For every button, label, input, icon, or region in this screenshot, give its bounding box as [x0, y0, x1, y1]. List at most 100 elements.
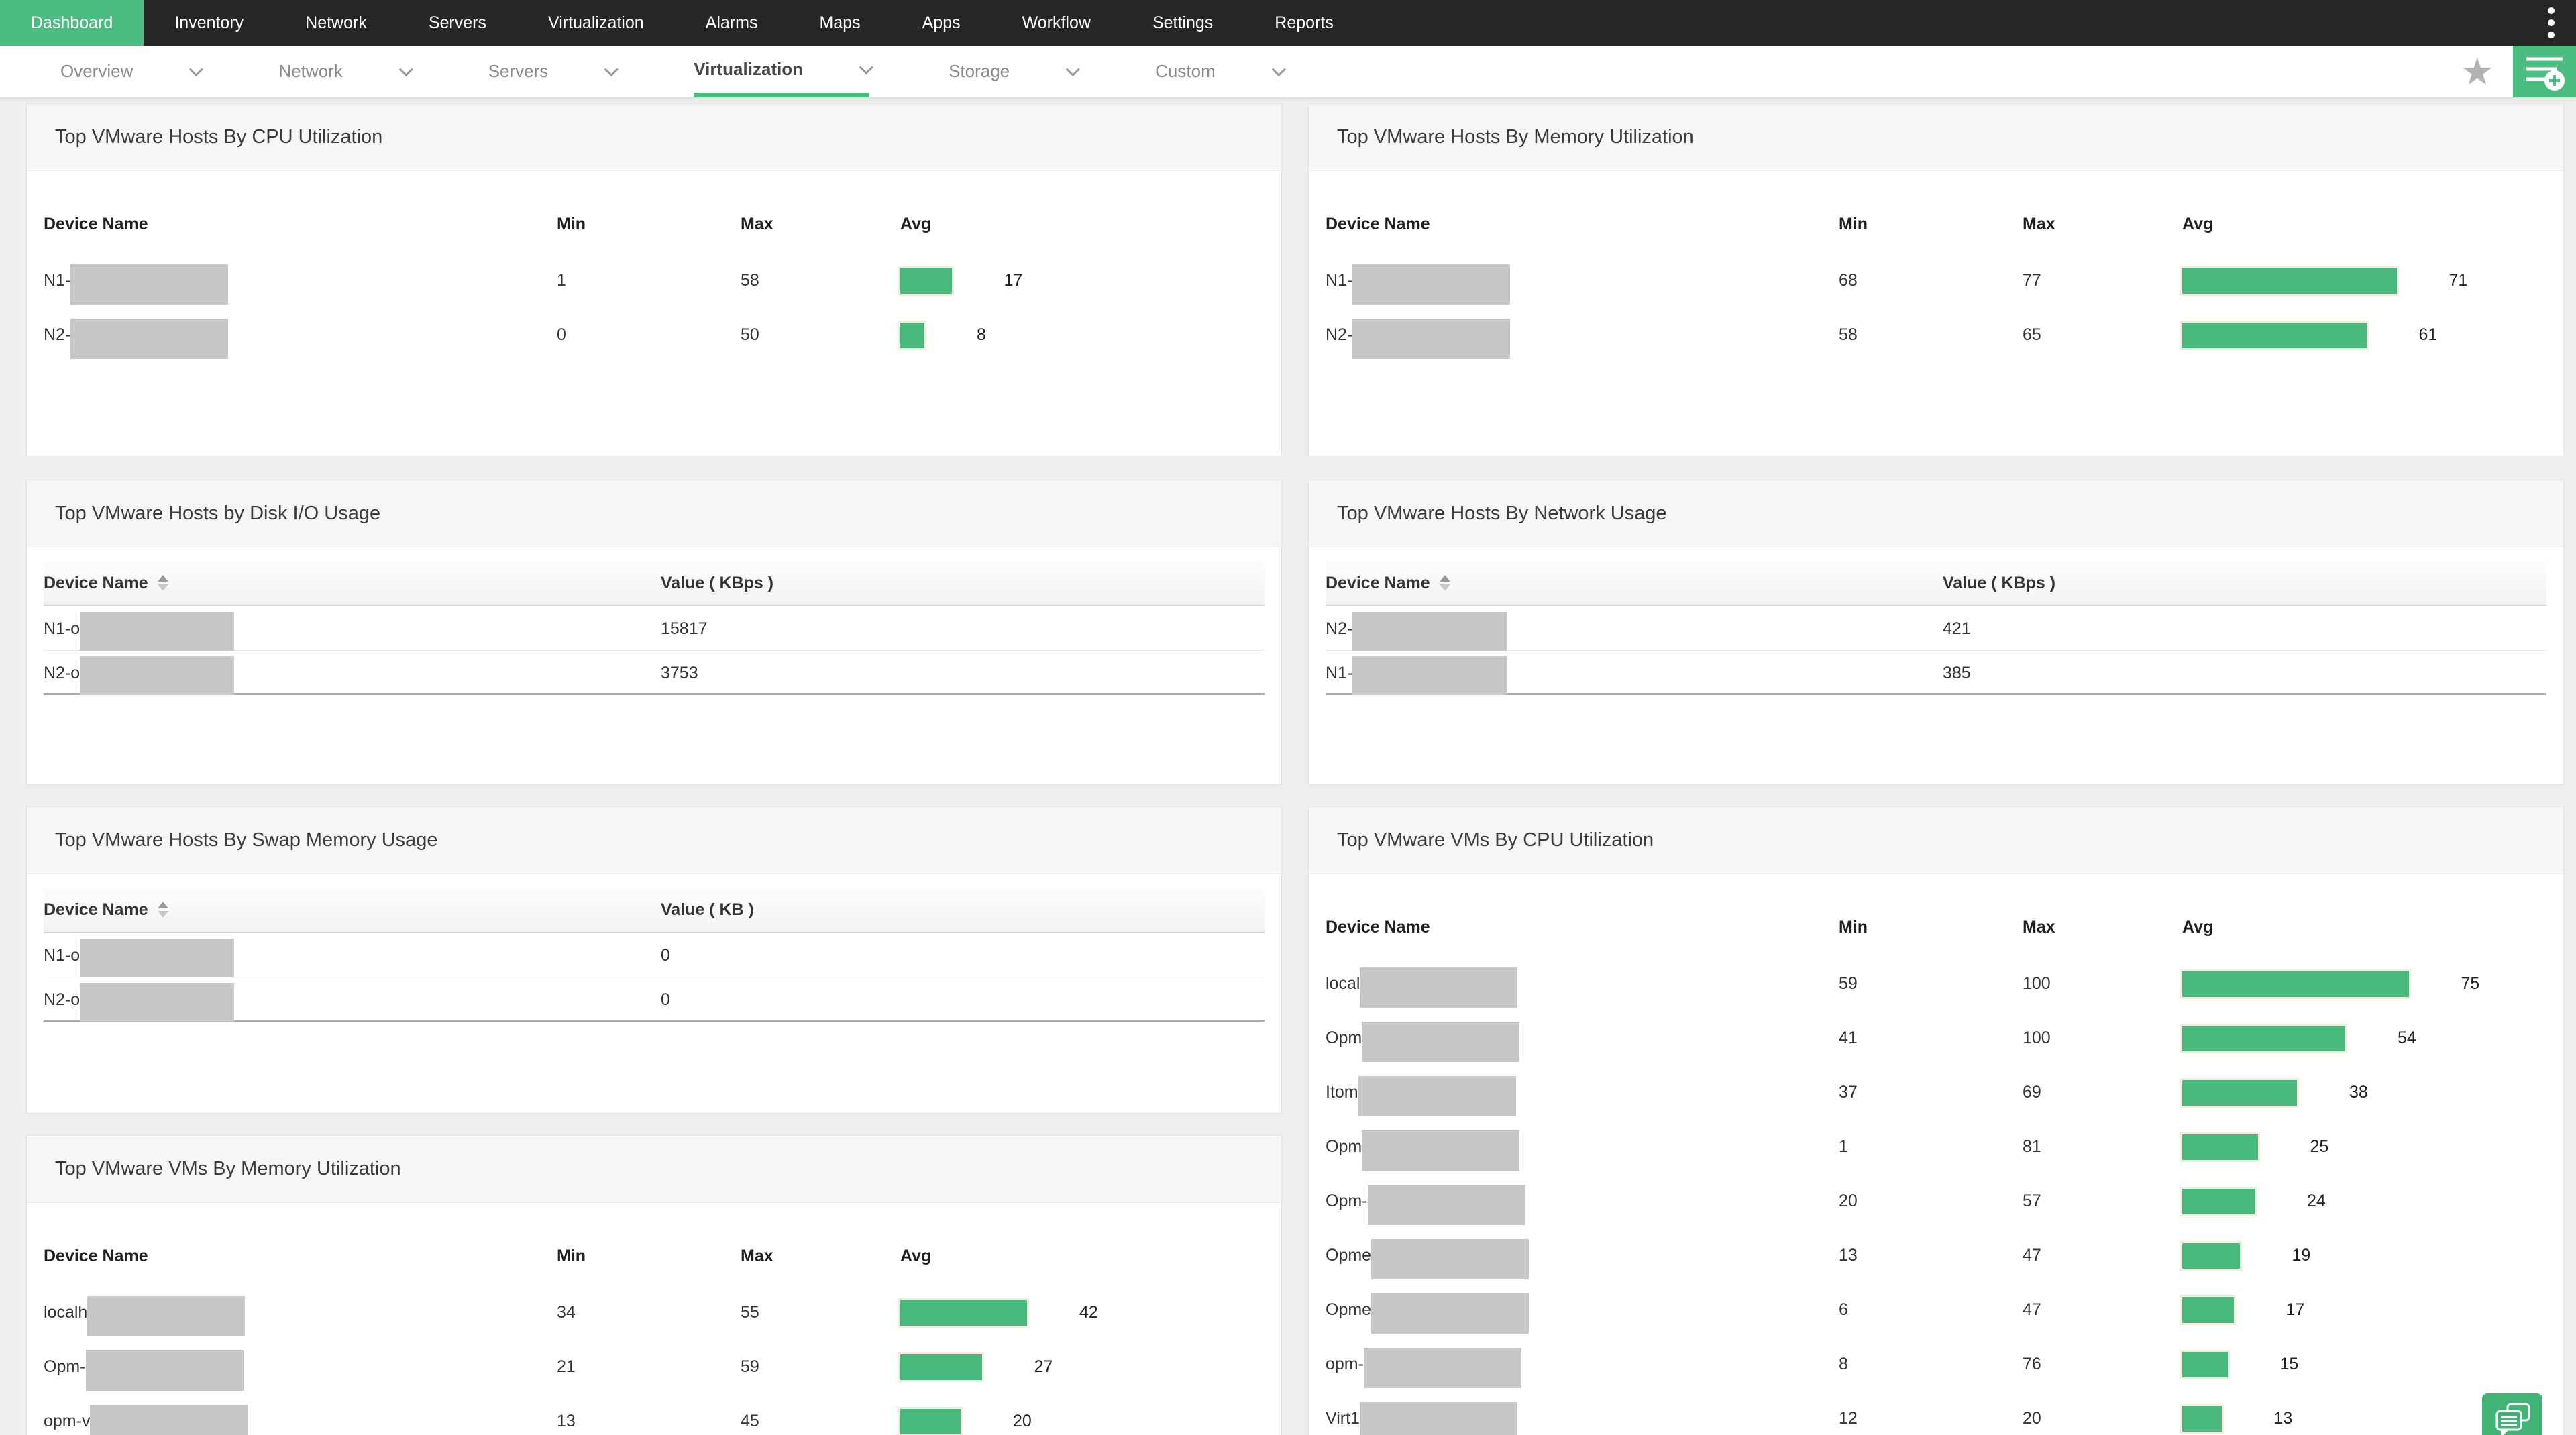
device-name[interactable]: N1-	[1326, 663, 1352, 683]
device-name[interactable]: N1-	[1326, 271, 1352, 290]
more-options-icon[interactable]	[2541, 2, 2561, 44]
column-header-avg: Avg	[900, 214, 932, 233]
device-name[interactable]: Opm-	[44, 1357, 86, 1377]
nav-item-settings[interactable]: Settings	[1122, 0, 1244, 46]
chevron-down-icon[interactable]	[1271, 62, 1286, 77]
widget-table: Device Name Value ( KBps ) N1-o 15817 N2-o 37…	[44, 561, 1265, 695]
device-name[interactable]: N1-o	[44, 946, 80, 965]
table-row[interactable]: N2-o 3753	[44, 651, 1265, 695]
nav-item-dashboard[interactable]: Dashboard	[0, 0, 144, 46]
support-chat-button[interactable]	[2482, 1393, 2542, 1435]
max-value: 57	[2023, 1191, 2041, 1210]
avg-bar	[900, 1408, 961, 1434]
device-name[interactable]: Itom	[1326, 1083, 1358, 1102]
redacted-device-name	[1367, 1184, 1525, 1225]
tab-network[interactable]: Network	[278, 46, 413, 97]
device-name[interactable]: Virt1	[1326, 1409, 1360, 1428]
widget-title: Top VMware VMs By Memory Utilization	[55, 1158, 401, 1179]
table-row[interactable]: N1- 385	[1326, 651, 2546, 695]
device-name[interactable]: Opm	[1326, 1137, 1362, 1157]
device-name[interactable]: N2-	[1326, 325, 1352, 345]
table-row[interactable]: Opme 13 47 19	[1326, 1228, 2546, 1283]
table-row[interactable]: N1- 1 58 17	[44, 254, 1265, 308]
chevron-down-icon[interactable]	[398, 62, 413, 77]
device-name[interactable]: N1-	[44, 271, 70, 290]
table-row[interactable]: N2-o 0	[44, 977, 1265, 1022]
max-value: 81	[2023, 1137, 2041, 1156]
table-row[interactable]: Virt1 12 20 13	[1326, 1391, 2546, 1435]
table-row[interactable]: Opm- 20 57 24	[1326, 1174, 2546, 1228]
tab-storage[interactable]: Storage	[949, 46, 1081, 97]
device-name[interactable]: local	[1326, 974, 1360, 994]
table-row[interactable]: Opm 41 100 54	[1326, 1011, 2546, 1065]
redacted-device-name	[1352, 656, 1507, 695]
add-widget-button[interactable]	[2513, 46, 2576, 97]
table-row[interactable]: localh 34 55 42	[44, 1285, 1265, 1340]
device-name[interactable]: N2-	[1326, 619, 1352, 639]
table-row[interactable]: N1-o 15817	[44, 606, 1265, 651]
redacted-device-name	[1352, 612, 1507, 651]
nav-item-inventory[interactable]: Inventory	[144, 0, 274, 46]
nav-item-network[interactable]: Network	[274, 0, 398, 46]
min-value: 68	[1839, 271, 1858, 290]
chevron-down-icon[interactable]	[859, 60, 874, 74]
tab-overview[interactable]: Overview	[60, 46, 204, 97]
max-value: 45	[741, 1412, 759, 1430]
right-column: Top VMware Hosts By Memory Utilization D…	[1308, 103, 2564, 1435]
table-row[interactable]: N2- 0 50 8	[44, 308, 1265, 362]
column-header-value[interactable]: Value ( KB )	[661, 900, 1265, 920]
nav-item-alarms[interactable]: Alarms	[675, 0, 789, 46]
device-name[interactable]: N1-o	[44, 619, 80, 639]
nav-item-workflow[interactable]: Workflow	[991, 0, 1122, 46]
table-row[interactable]: Opme 6 47 17	[1326, 1283, 2546, 1337]
table-row[interactable]: Opm- 21 59 27	[44, 1340, 1265, 1394]
avg-cell: 71	[2182, 268, 2546, 294]
avg-bar	[900, 268, 952, 294]
device-name[interactable]: Opme	[1326, 1300, 1371, 1320]
chevron-down-icon[interactable]	[1065, 62, 1081, 77]
device-name[interactable]: Opm-	[1326, 1191, 1368, 1211]
nav-item-reports[interactable]: Reports	[1244, 0, 1364, 46]
nav-item-apps[interactable]: Apps	[892, 0, 991, 46]
table-row[interactable]: local 59 100 75	[1326, 957, 2546, 1011]
device-name[interactable]: N2-o	[44, 990, 80, 1010]
device-name[interactable]: Opm	[1326, 1028, 1362, 1048]
column-header-device-name[interactable]: Device Name	[44, 574, 661, 593]
chevron-down-icon[interactable]	[189, 62, 204, 77]
table-row[interactable]: Itom 37 69 38	[1326, 1065, 2546, 1120]
tab-servers[interactable]: Servers	[488, 46, 619, 97]
table-row[interactable]: N2- 58 65 61	[1326, 308, 2546, 362]
device-name[interactable]: opm-	[1326, 1354, 1364, 1374]
column-header-device-name[interactable]: Device Name	[1326, 574, 1943, 593]
column-header-device-name[interactable]: Device Name	[44, 900, 661, 920]
table-row[interactable]: opm- 8 76 15	[1326, 1337, 2546, 1391]
value: 421	[1943, 619, 1971, 638]
table-row[interactable]: N1-o 0	[44, 933, 1265, 977]
nav-item-servers[interactable]: Servers	[398, 0, 517, 46]
tab-custom[interactable]: Custom	[1155, 46, 1286, 97]
column-header-row: Device Name Min Max Avg	[1326, 911, 2546, 943]
favorite-star-icon[interactable]: ★	[2461, 52, 2494, 91]
tab-virtualization[interactable]: Virtualization	[694, 46, 874, 97]
device-name[interactable]: localh	[44, 1303, 87, 1322]
avg-bar	[2182, 1351, 2228, 1377]
avg-bar	[2182, 1188, 2255, 1214]
nav-item-maps[interactable]: Maps	[788, 0, 891, 46]
table-row[interactable]: N1- 68 77 71	[1326, 254, 2546, 308]
column-header-value[interactable]: Value ( KBps )	[1943, 574, 2546, 593]
table-row[interactable]: Opm 1 81 25	[1326, 1120, 2546, 1174]
widget-hosts-memory-utilization: Top VMware Hosts By Memory Utilization D…	[1308, 103, 2564, 456]
redacted-device-name	[90, 1404, 248, 1435]
table-row[interactable]: N2- 421	[1326, 606, 2546, 651]
device-name[interactable]: N2-	[44, 325, 70, 345]
device-name[interactable]: opm-v	[44, 1412, 90, 1431]
widget-header: Top VMware Hosts By CPU Utilization	[27, 104, 1281, 171]
chevron-down-icon[interactable]	[604, 62, 619, 77]
device-name[interactable]: Opme	[1326, 1246, 1371, 1265]
column-header-avg: Avg	[2182, 214, 2214, 233]
column-header-device-name: Device Name	[44, 214, 148, 233]
table-row[interactable]: opm-v 13 45 20	[44, 1394, 1265, 1435]
device-name[interactable]: N2-o	[44, 663, 80, 683]
nav-item-virtualization[interactable]: Virtualization	[517, 0, 675, 46]
column-header-value[interactable]: Value ( KBps )	[661, 574, 1265, 593]
